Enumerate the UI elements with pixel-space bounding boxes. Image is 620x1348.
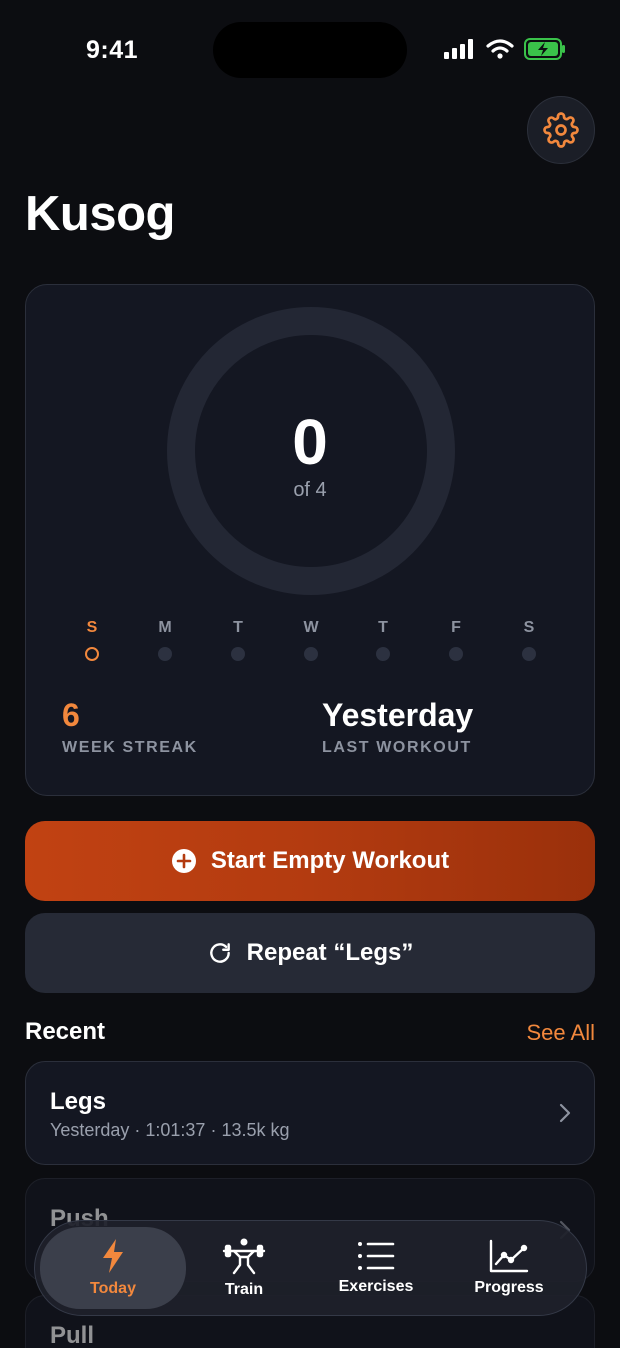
workout-meta: Yesterday · 1:01:37 · 13.5k kg <box>50 1120 290 1140</box>
day-thursday: T <box>363 619 403 661</box>
day-indicator <box>85 647 99 661</box>
tab-train[interactable]: Train <box>171 1227 317 1309</box>
day-letter: S <box>523 619 535 636</box>
day-letter: T <box>233 619 243 636</box>
start-empty-workout-button[interactable]: Start Empty Workout <box>25 821 595 901</box>
workout-count: 0 <box>292 406 328 478</box>
day-monday: M <box>145 619 185 661</box>
tab-today[interactable]: Today <box>40 1227 186 1309</box>
chart-icon <box>489 1239 529 1273</box>
day-indicator <box>304 647 318 661</box>
recent-workout-item[interactable]: Legs Yesterday · 1:01:37 · 13.5k kg <box>25 1061 595 1165</box>
signal-icon <box>444 39 473 59</box>
tab-label: Train <box>224 1281 264 1298</box>
status-icons <box>444 38 566 60</box>
day-tuesday: T <box>218 619 258 661</box>
streak-value: 6 <box>62 697 80 733</box>
tab-label: Progress <box>474 1279 544 1296</box>
day-sunday: S <box>72 619 112 661</box>
repeat-workout-label: Repeat “Legs” <box>246 939 414 966</box>
wifi-icon <box>486 39 514 59</box>
day-indicator <box>376 647 390 661</box>
bolt-icon <box>103 1239 123 1273</box>
tab-label: Today <box>90 1280 136 1297</box>
day-letter: M <box>158 619 172 636</box>
day-friday: F <box>436 619 476 661</box>
tab-label: Exercises <box>338 1278 414 1295</box>
repeat-icon <box>209 943 230 963</box>
settings-button[interactable] <box>527 96 595 164</box>
workout-goal: of 4 <box>293 479 327 501</box>
day-indicator <box>522 647 536 661</box>
day-wednesday: W <box>291 619 331 661</box>
day-saturday: S <box>509 619 549 661</box>
plus-circle-icon <box>171 849 196 873</box>
list-icon <box>358 1242 395 1270</box>
weightlifter-icon <box>222 1238 266 1275</box>
status-time: 9:41 <box>86 36 139 64</box>
day-indicator <box>449 647 463 661</box>
day-indicator <box>231 647 245 661</box>
chevron-right-icon <box>559 1103 571 1123</box>
workout-name: Pull <box>50 1322 95 1348</box>
day-indicator <box>158 647 172 661</box>
tab-bar: Today Train Exercises Progress <box>34 1220 587 1316</box>
page-title: Kusog <box>25 187 175 241</box>
streak-label: WEEK STREAK <box>62 739 198 756</box>
day-letter: F <box>451 619 461 636</box>
last-workout-value: Yesterday <box>322 697 474 733</box>
battery-icon <box>524 38 565 60</box>
weekly-summary-card: 0 of 4 S M T W T F S 6 WEEK STREAK Yeste… <box>25 284 595 796</box>
last-workout-label: LAST WORKOUT <box>322 739 472 756</box>
day-letter: W <box>303 619 319 636</box>
day-letter: T <box>378 619 388 636</box>
repeat-workout-button[interactable]: Repeat “Legs” <box>25 913 595 993</box>
tab-exercises[interactable]: Exercises <box>303 1227 449 1309</box>
workout-name: Legs <box>50 1088 107 1115</box>
gear-icon <box>543 112 579 148</box>
tab-progress[interactable]: Progress <box>436 1227 582 1309</box>
dynamic-island <box>213 22 407 78</box>
recent-heading: Recent <box>25 1018 106 1045</box>
see-all-link[interactable]: See All <box>527 1020 596 1046</box>
day-letter: S <box>86 619 98 636</box>
start-workout-label: Start Empty Workout <box>210 847 450 874</box>
